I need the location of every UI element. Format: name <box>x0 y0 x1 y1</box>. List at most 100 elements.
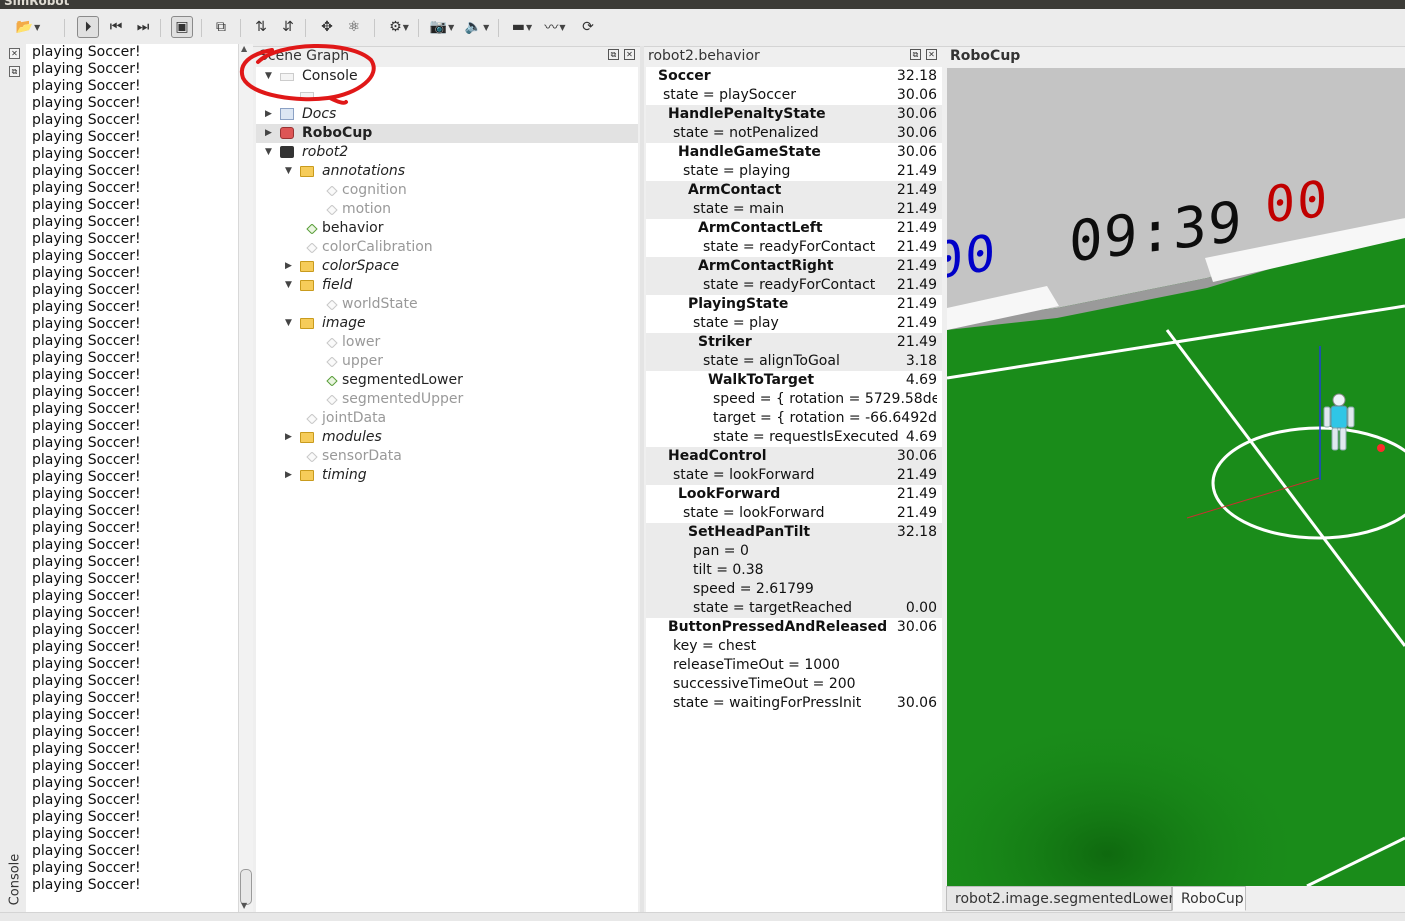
behavior-option-row: PlayingState 21.49 <box>646 295 942 314</box>
expanded-arrow-icon[interactable]: ▼ <box>285 276 292 295</box>
step-button[interactable]: ⏭ <box>132 16 154 38</box>
behavior-label: tilt = 0.38 <box>693 562 764 578</box>
tree-item[interactable]: jointData <box>256 409 638 428</box>
tree-item-label: modules <box>322 429 382 445</box>
close-icon[interactable]: ✕ <box>9 48 20 59</box>
collapsed-arrow-icon[interactable]: ▶ <box>265 124 272 143</box>
drag-mode-button[interactable]: ⚙ ▼ <box>386 16 412 38</box>
tree-item[interactable]: cognition <box>256 181 638 200</box>
physics-button[interactable]: ⚛ <box>343 16 365 38</box>
tree-item[interactable]: ▼ field <box>256 276 638 295</box>
tree-item-label: robot2 <box>302 144 349 160</box>
float-icon[interactable]: ⧉ <box>608 49 619 60</box>
drag-up-button[interactable]: ⇅ <box>250 16 272 38</box>
console-line: playing Soccer! <box>32 792 141 808</box>
tree-item[interactable]: ▶ timing <box>256 466 638 485</box>
collapsed-arrow-icon[interactable]: ▶ <box>285 428 292 447</box>
tree-item[interactable]: segmentedLower <box>256 371 638 390</box>
refresh-button[interactable]: ⟳ <box>577 16 599 38</box>
folder-icon <box>300 166 314 177</box>
tree-item[interactable]: behavior <box>256 219 638 238</box>
copy-button[interactable]: ⧉ <box>210 16 232 38</box>
tree-item-label: segmentedLower <box>342 372 463 388</box>
toolbar-separator <box>418 19 419 37</box>
console-line: playing Soccer! <box>32 809 141 825</box>
robocup-3d-view[interactable]: 00 09:39 00 <box>947 68 1405 886</box>
tree-item-label: sensorData <box>322 448 402 464</box>
tree-item[interactable]: upper <box>256 352 638 371</box>
scroll-down-icon[interactable]: ▼ <box>241 901 247 910</box>
tree-item[interactable]: ▶ Docs <box>256 105 638 124</box>
tab-segmented-lower[interactable]: robot2.image.segmentedLower <box>946 886 1174 911</box>
open-button[interactable]: 📂 ▼ <box>14 16 42 38</box>
tree-item-label: motion <box>342 201 392 217</box>
behavior-state-row: pan = 0 <box>646 542 942 561</box>
plot-button[interactable]: 〰 ▼ <box>541 16 569 38</box>
chevron-down-icon: ▼ <box>483 22 490 32</box>
behavior-title: robot2.behavior <box>648 48 760 64</box>
sound-button[interactable]: 🔈 ▼ <box>463 16 491 38</box>
plot-icon: 〰 <box>544 20 559 36</box>
tree-item[interactable]: sensorData <box>256 447 638 466</box>
chevron-down-icon: ▼ <box>448 22 455 32</box>
console-dock: ✕ ⧉ Console <box>0 46 26 912</box>
console-line: playing Soccer! <box>32 469 141 485</box>
render-mode-button[interactable]: ▬ ▼ <box>508 16 536 38</box>
behavior-label: pan = 0 <box>693 543 749 559</box>
console-line: playing Soccer! <box>32 775 141 791</box>
behavior-label: successiveTimeOut = 200 <box>673 676 856 692</box>
tree-item[interactable]: ▼ Console <box>256 67 638 86</box>
collapsed-arrow-icon[interactable]: ▶ <box>285 257 292 276</box>
tree-item[interactable]: ▼ annotations <box>256 162 638 181</box>
console-output[interactable]: playing Soccer! playing Soccer! playing So… <box>26 44 238 912</box>
scoreboard-right: 00 <box>1265 169 1330 235</box>
console-line: playing Soccer! <box>32 452 141 468</box>
console-line: playing Soccer! <box>32 605 141 621</box>
tree-item[interactable]: ▶ RoboCup <box>256 124 638 143</box>
tab-robocup[interactable]: RoboCup <box>1172 886 1246 911</box>
start-button[interactable]: ⏵ <box>77 16 99 38</box>
console-line: playing Soccer! <box>32 656 141 672</box>
scrollbar-thumb[interactable] <box>240 869 252 905</box>
tree-item[interactable]: colorCalibration <box>256 238 638 257</box>
tree-item[interactable]: segmentedUpper <box>256 390 638 409</box>
behavior-view: Soccer 32.18 state = playSoccer 30.06 Handle… <box>646 67 942 912</box>
expanded-arrow-icon[interactable]: ▼ <box>265 143 272 162</box>
splitter[interactable] <box>640 46 644 912</box>
move-button[interactable]: ✥ <box>316 16 338 38</box>
drag-down-icon: ⇵ <box>282 19 294 35</box>
tree-item[interactable] <box>256 86 638 105</box>
view-icon <box>306 413 318 425</box>
camera-button[interactable]: 📷 ▼ <box>428 16 456 38</box>
close-icon[interactable]: ✕ <box>624 49 635 60</box>
behavior-label: state = targetReached <box>693 600 853 616</box>
behavior-time-value: 21.49 <box>892 466 937 485</box>
behavior-label: speed = { rotation = 5729.58deg; t <box>713 391 937 407</box>
tree-item[interactable]: ▼ robot2 <box>256 143 638 162</box>
tree-item[interactable]: motion <box>256 200 638 219</box>
collapsed-arrow-icon[interactable]: ▶ <box>285 466 292 485</box>
float-icon[interactable]: ⧉ <box>9 66 20 77</box>
reset-button[interactable]: ⏮ <box>105 16 127 38</box>
expanded-arrow-icon[interactable]: ▼ <box>285 162 292 181</box>
drag-down-button[interactable]: ⇵ <box>277 16 299 38</box>
view-icon <box>326 299 338 311</box>
collapsed-arrow-icon[interactable]: ▶ <box>265 105 272 124</box>
scroll-up-icon[interactable]: ▲ <box>241 44 247 53</box>
close-icon[interactable]: ✕ <box>926 49 937 60</box>
view-icon <box>306 242 318 254</box>
console-line: playing Soccer! <box>32 95 141 111</box>
console-scrollbar[interactable]: ▲ ▼ <box>238 44 253 912</box>
tree-item[interactable]: worldState <box>256 295 638 314</box>
tree-item[interactable]: lower <box>256 333 638 352</box>
layout-button[interactable]: ▣ <box>171 16 193 38</box>
expanded-arrow-icon[interactable]: ▼ <box>265 67 272 86</box>
view-icon <box>326 394 338 406</box>
tree-item[interactable]: ▶ colorSpace <box>256 257 638 276</box>
expanded-arrow-icon[interactable]: ▼ <box>285 314 292 333</box>
tree-item[interactable]: ▶ modules <box>256 428 638 447</box>
float-icon[interactable]: ⧉ <box>910 49 921 60</box>
console-line: playing Soccer! <box>32 316 141 332</box>
tree-item[interactable]: ▼ image <box>256 314 638 333</box>
ball[interactable] <box>1377 444 1385 452</box>
